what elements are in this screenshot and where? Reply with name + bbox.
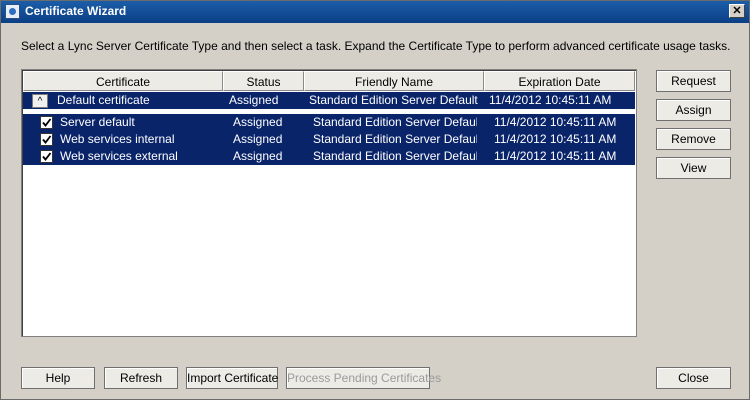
help-button[interactable]: Help — [21, 367, 95, 389]
certificate-wizard-window: Certificate Wizard ✕ Select a Lync Serve… — [0, 0, 750, 400]
row-certificate: Server default — [60, 115, 135, 129]
close-button[interactable]: Close — [656, 367, 731, 389]
column-header-friendly-name[interactable]: Friendly Name — [304, 71, 484, 91]
group-status: Assigned — [229, 93, 279, 107]
group-friendly-name: Standard Edition Server Default Ce — [309, 93, 479, 107]
row-status: Assigned — [233, 132, 283, 146]
table-row-server-default[interactable]: Server default Assigned Standard Edition… — [23, 114, 635, 131]
row-certificate: Web services external — [60, 149, 178, 163]
column-header-expiration-date[interactable]: Expiration Date — [484, 71, 635, 91]
import-certificate-button[interactable]: Import Certificate — [186, 367, 278, 389]
row-expiration: 11/4/2012 10:45:11 AM — [494, 149, 617, 163]
group-row-default-certificate[interactable]: ^ Default certificate Assigned Standard … — [23, 92, 635, 109]
row-friendly-name: Standard Edition Server Default C — [313, 132, 477, 146]
row-status: Assigned — [233, 149, 283, 163]
column-header-status[interactable]: Status — [223, 71, 304, 91]
refresh-button[interactable]: Refresh — [104, 367, 178, 389]
group-certificate: Default certificate — [57, 93, 150, 107]
process-pending-certificates-button[interactable]: Process Pending Certificates — [286, 367, 441, 389]
certificate-list[interactable]: Certificate Status Friendly Name Expirat… — [21, 69, 637, 337]
close-window-button[interactable]: ✕ — [729, 4, 745, 18]
view-button[interactable]: View — [656, 157, 731, 179]
collapse-icon[interactable]: ^ — [32, 94, 48, 108]
row-friendly-name: Standard Edition Server Default C — [313, 149, 477, 163]
table-row-web-services-external[interactable]: Web services external Assigned Standard … — [23, 148, 635, 165]
remove-button[interactable]: Remove — [656, 128, 731, 150]
row-friendly-name: Standard Edition Server Default C — [313, 115, 477, 129]
row-expiration: 11/4/2012 10:45:11 AM — [494, 115, 617, 129]
row-expiration: 11/4/2012 10:45:11 AM — [494, 132, 617, 146]
row-checkbox[interactable] — [40, 133, 53, 146]
row-checkbox[interactable] — [40, 116, 53, 129]
row-status: Assigned — [233, 115, 283, 129]
row-certificate: Web services internal — [60, 132, 175, 146]
title-bar[interactable]: Certificate Wizard ✕ — [1, 1, 749, 23]
table-row-web-services-internal[interactable]: Web services internal Assigned Standard … — [23, 131, 635, 148]
column-header-certificate[interactable]: Certificate — [23, 71, 223, 91]
list-header: Certificate Status Friendly Name Expirat… — [23, 71, 635, 91]
request-button[interactable]: Request — [656, 70, 731, 92]
row-checkbox[interactable] — [40, 150, 53, 163]
instruction-text: Select a Lync Server Certificate Type an… — [21, 39, 731, 53]
group-expiration: 11/4/2012 10:45:11 AM — [489, 93, 612, 107]
app-icon — [5, 4, 20, 19]
assign-button[interactable]: Assign — [656, 99, 731, 121]
window-title: Certificate Wizard — [25, 4, 127, 18]
